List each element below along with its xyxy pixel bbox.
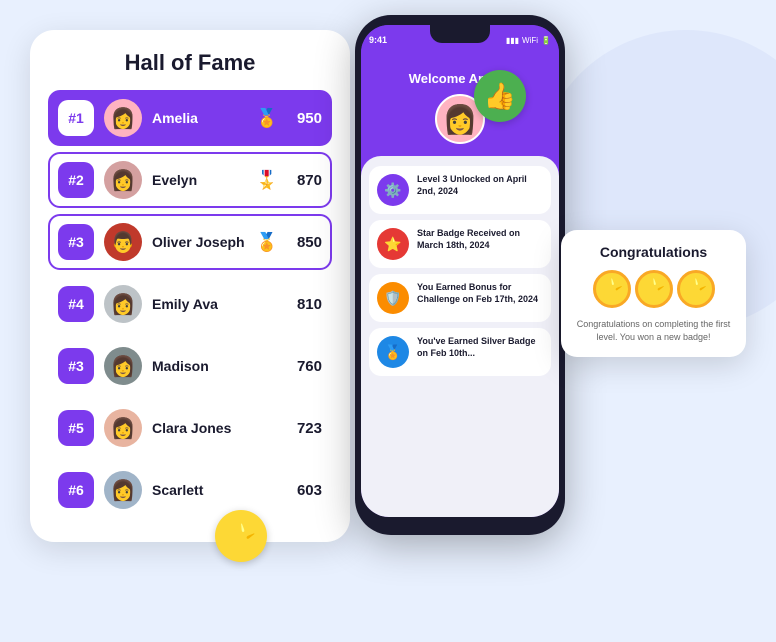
rank-badge-4: #4 bbox=[58, 286, 94, 322]
name-clara: Clara Jones bbox=[152, 420, 280, 436]
star-1: ⭐ bbox=[593, 270, 631, 308]
phone-screen: 9:41 ▮▮▮ WiFi 🔋 Welcome Amelia 👩 ⚙️ Leve… bbox=[361, 25, 559, 517]
congrats-title: Congratulations bbox=[575, 244, 732, 260]
hof-row-6[interactable]: #5 👩 Clara Jones 723 bbox=[48, 400, 332, 456]
activity-text-1: Level 3 Unlocked on April 2nd, 2024 bbox=[417, 174, 543, 197]
activity-icon-2: ⭐ bbox=[377, 228, 409, 260]
star-2: ⭐ bbox=[635, 270, 673, 308]
wifi-icon: WiFi bbox=[522, 36, 538, 45]
activity-text-3: You Earned Bonus for Challenge on Feb 17… bbox=[417, 282, 543, 305]
thumbs-up-icon: 👍 bbox=[484, 81, 516, 112]
congratulations-popup: Congratulations ⭐ ⭐ ⭐ Congratulations on… bbox=[561, 230, 746, 357]
phone-time: 9:41 bbox=[369, 35, 387, 45]
rank-badge-3: #3 bbox=[58, 224, 94, 260]
battery-icon: 🔋 bbox=[541, 36, 551, 45]
activity-text-2: Star Badge Received on March 18th, 2024 bbox=[417, 228, 543, 251]
avatar-amelia: 👩 bbox=[104, 99, 142, 137]
hof-row-3[interactable]: #3 👨 Oliver Joseph 🏅 850 bbox=[48, 214, 332, 270]
activity-icon-3: 🛡️ bbox=[377, 282, 409, 314]
rank-badge-7: #6 bbox=[58, 472, 94, 508]
hof-row-4[interactable]: #4 👩 Emily Ava 810 bbox=[48, 276, 332, 332]
phone-status-icons: ▮▮▮ WiFi 🔋 bbox=[506, 36, 551, 45]
hof-row-5[interactable]: #3 👩 Madison 760 bbox=[48, 338, 332, 394]
score-madison: 760 bbox=[290, 358, 322, 375]
name-evelyn: Evelyn bbox=[152, 172, 246, 188]
rank-badge-1: #1 bbox=[58, 100, 94, 136]
hall-of-fame-card: Hall of Fame #1 👩 Amelia 🏅 950 #2 👩 Evel… bbox=[30, 30, 350, 542]
activity-icon-4: 🏅 bbox=[377, 336, 409, 368]
star-badge: ⭐ bbox=[215, 510, 267, 562]
phone-header: Welcome Amelia 👩 bbox=[361, 43, 559, 156]
avatar-oliver: 👨 bbox=[104, 223, 142, 261]
score-scarlett: 603 bbox=[290, 482, 322, 499]
name-oliver: Oliver Joseph bbox=[152, 234, 246, 250]
avatar-scarlett: 👩 bbox=[104, 471, 142, 509]
score-evelyn: 870 bbox=[290, 172, 322, 189]
congrats-text: Congratulations on completing the first … bbox=[575, 318, 732, 343]
stars-row: ⭐ ⭐ ⭐ bbox=[575, 270, 732, 308]
hof-row-7[interactable]: #6 👩 Scarlett 603 bbox=[48, 462, 332, 518]
hof-row-1[interactable]: #1 👩 Amelia 🏅 950 bbox=[48, 90, 332, 146]
medal-1: 🏅 bbox=[256, 108, 278, 129]
name-scarlett: Scarlett bbox=[152, 482, 280, 498]
activity-item-2[interactable]: ⭐ Star Badge Received on March 18th, 202… bbox=[369, 220, 551, 268]
activity-item-4[interactable]: 🏅 You've Earned Silver Badge on Feb 10th… bbox=[369, 328, 551, 376]
hof-title: Hall of Fame bbox=[48, 50, 332, 76]
activity-item-1[interactable]: ⚙️ Level 3 Unlocked on April 2nd, 2024 bbox=[369, 166, 551, 214]
rank-badge-2: #2 bbox=[58, 162, 94, 198]
score-clara: 723 bbox=[290, 420, 322, 437]
name-emily: Emily Ava bbox=[152, 296, 280, 312]
star-icon: ⭐ bbox=[224, 520, 259, 553]
medal-3: 🏅 bbox=[256, 232, 278, 253]
rank-badge-5: #3 bbox=[58, 348, 94, 384]
phone-frame: 9:41 ▮▮▮ WiFi 🔋 Welcome Amelia 👩 ⚙️ Leve… bbox=[355, 15, 565, 535]
phone-notch bbox=[430, 25, 490, 43]
phone-mockup: 9:41 ▮▮▮ WiFi 🔋 Welcome Amelia 👩 ⚙️ Leve… bbox=[355, 15, 565, 535]
signal-icon: ▮▮▮ bbox=[506, 36, 519, 45]
activity-icon-1: ⚙️ bbox=[377, 174, 409, 206]
name-amelia: Amelia bbox=[152, 110, 246, 126]
activity-text-4: You've Earned Silver Badge on Feb 10th..… bbox=[417, 336, 543, 359]
hof-row-2[interactable]: #2 👩 Evelyn 🎖️ 870 bbox=[48, 152, 332, 208]
score-amelia: 950 bbox=[290, 110, 322, 127]
avatar-madison: 👩 bbox=[104, 347, 142, 385]
avatar-clara: 👩 bbox=[104, 409, 142, 447]
activity-item-3[interactable]: 🛡️ You Earned Bonus for Challenge on Feb… bbox=[369, 274, 551, 322]
name-madison: Madison bbox=[152, 358, 280, 374]
avatar-evelyn: 👩 bbox=[104, 161, 142, 199]
avatar-emily: 👩 bbox=[104, 285, 142, 323]
phone-body: ⚙️ Level 3 Unlocked on April 2nd, 2024 ⭐… bbox=[361, 156, 559, 517]
medal-2: 🎖️ bbox=[256, 170, 278, 191]
thumbs-up-badge: 👍 bbox=[474, 70, 526, 122]
score-oliver: 850 bbox=[290, 234, 322, 251]
star-3: ⭐ bbox=[677, 270, 715, 308]
score-emily: 810 bbox=[290, 296, 322, 313]
rank-badge-6: #5 bbox=[58, 410, 94, 446]
